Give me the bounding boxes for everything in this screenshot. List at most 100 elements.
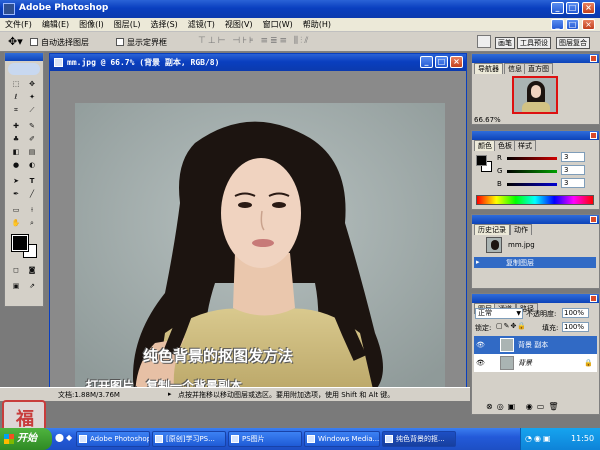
tab-swatches[interactable]: 色板 bbox=[494, 140, 516, 151]
tab-color[interactable]: 颜色 bbox=[474, 140, 496, 151]
history-snapshot-label[interactable]: mm.jpg bbox=[508, 241, 535, 249]
dodge-tool-icon[interactable]: ◐ bbox=[27, 160, 37, 170]
start-button[interactable]: 开始 bbox=[0, 428, 52, 450]
eye-icon[interactable]: 👁 bbox=[476, 336, 485, 354]
doc-restore-button[interactable]: □ bbox=[566, 19, 579, 30]
layer-row-background[interactable]: 👁 背景 🔒 bbox=[474, 354, 597, 372]
maximize-button[interactable]: □ bbox=[566, 2, 579, 14]
channel-b-value[interactable]: 3 bbox=[561, 178, 585, 188]
notes-tool-icon[interactable]: ▭ bbox=[11, 205, 21, 215]
palette-well-icon[interactable] bbox=[477, 35, 491, 48]
navigator-thumbnail[interactable] bbox=[512, 76, 558, 114]
slice-tool-icon[interactable]: ⟋ bbox=[27, 105, 37, 115]
document-title-bar[interactable]: mm.jpg @ 66.7% (背景 副本, RGB/8) _ □ × bbox=[50, 54, 466, 71]
color-fg-swatch[interactable] bbox=[476, 155, 487, 166]
status-arrow-icon[interactable]: ▸ bbox=[168, 390, 172, 398]
menu-edit[interactable]: 编辑(E) bbox=[37, 18, 74, 32]
menu-view[interactable]: 视图(V) bbox=[220, 18, 258, 32]
doc-close-button[interactable]: × bbox=[582, 19, 595, 30]
history-close-icon[interactable] bbox=[590, 216, 597, 223]
tray-icons[interactable]: ◔◉▣ bbox=[525, 434, 553, 443]
tab-tool-presets[interactable]: 工具预设 bbox=[517, 37, 551, 49]
shape-tool-icon[interactable]: ╱ bbox=[27, 189, 37, 199]
history-snapshot-thumb[interactable] bbox=[486, 237, 502, 253]
history-item-selected[interactable]: ▸ 复制图层 bbox=[474, 257, 596, 268]
brush-tool-icon[interactable]: ✎ bbox=[27, 121, 37, 131]
hand-tool-icon[interactable]: ✋ bbox=[11, 218, 21, 228]
tab-navigator[interactable]: 导航器 bbox=[474, 63, 503, 74]
auto-select-checkbox[interactable] bbox=[30, 38, 38, 46]
tab-styles[interactable]: 样式 bbox=[514, 140, 536, 151]
quick-launch[interactable]: ⬤◆ bbox=[55, 433, 74, 442]
close-button[interactable]: × bbox=[582, 2, 595, 14]
channel-b-slider[interactable] bbox=[507, 183, 557, 186]
magic-wand-icon[interactable]: ✦ bbox=[27, 92, 37, 102]
layers-close-icon[interactable] bbox=[590, 295, 597, 302]
document-maximize-button[interactable]: □ bbox=[435, 56, 448, 68]
gradient-tool-icon[interactable]: ▤ bbox=[27, 147, 37, 157]
menu-window[interactable]: 窗口(W) bbox=[258, 18, 298, 32]
move-tool-icon[interactable]: ✥▾ bbox=[8, 35, 23, 48]
channel-r-slider[interactable] bbox=[507, 157, 557, 160]
move-tool-icon[interactable]: ✥ bbox=[27, 79, 37, 89]
task-cutout-article[interactable]: 纯色背景的抠... bbox=[382, 431, 456, 447]
task-windows-media[interactable]: Windows Media... bbox=[304, 431, 380, 447]
channel-g-slider[interactable] bbox=[507, 170, 557, 173]
type-tool-icon[interactable]: T bbox=[27, 176, 37, 186]
eraser-tool-icon[interactable]: ◧ bbox=[11, 147, 21, 157]
zoom-tool-icon[interactable]: ⌕ bbox=[27, 218, 37, 228]
foreground-color-swatch[interactable] bbox=[11, 234, 29, 252]
screen-mode-icon[interactable]: ▣ bbox=[11, 281, 21, 291]
doc-minimize-button[interactable]: _ bbox=[551, 19, 564, 30]
marquee-tool-icon[interactable]: ⬚ bbox=[11, 79, 21, 89]
path-select-icon[interactable]: ➤ bbox=[11, 176, 21, 186]
menu-image[interactable]: 图像(I) bbox=[74, 18, 109, 32]
opacity-value[interactable]: 100% bbox=[562, 308, 589, 318]
layers-footer-icons[interactable]: ⊗◎▣ ◉▭🗑 bbox=[486, 402, 562, 411]
channel-g-value[interactable]: 3 bbox=[561, 165, 585, 175]
quick-mask-icon[interactable]: ◻ bbox=[11, 265, 21, 275]
stamp-tool-icon[interactable]: ♣ bbox=[11, 134, 21, 144]
tab-actions[interactable]: 动作 bbox=[510, 224, 532, 235]
eye-icon[interactable]: 👁 bbox=[476, 354, 485, 372]
minimize-button[interactable]: _ bbox=[551, 2, 564, 14]
eyedropper-icon[interactable]: ⟊ bbox=[27, 205, 37, 215]
tab-layer-comps[interactable]: 图层复合 bbox=[556, 37, 590, 49]
blend-mode-select[interactable]: 正常 ▼ bbox=[475, 308, 523, 319]
tab-history[interactable]: 历史记录 bbox=[474, 224, 510, 235]
document-minimize-button[interactable]: _ bbox=[420, 56, 433, 68]
adobe-feather-icon[interactable] bbox=[8, 63, 40, 75]
lasso-tool-icon[interactable]: ℓ bbox=[11, 92, 21, 102]
menu-layer[interactable]: 图层(L) bbox=[109, 18, 146, 32]
healing-brush-icon[interactable]: ✚ bbox=[11, 121, 21, 131]
history-brush-icon[interactable]: ✐ bbox=[27, 134, 37, 144]
quick-mask-on-icon[interactable]: ◙ bbox=[27, 265, 37, 275]
bounding-box-checkbox[interactable] bbox=[116, 38, 124, 46]
lock-icons[interactable]: ▢✎✥🔒 bbox=[496, 322, 527, 330]
menu-select[interactable]: 选择(S) bbox=[145, 18, 182, 32]
pen-tool-icon[interactable]: ✒ bbox=[11, 189, 21, 199]
navigator-zoom[interactable]: 66.67% bbox=[474, 116, 501, 124]
tab-brushes[interactable]: 画笔 bbox=[495, 37, 515, 49]
color-spectrum-bar[interactable] bbox=[476, 195, 594, 205]
fill-value[interactable]: 100% bbox=[562, 322, 589, 332]
crop-tool-icon[interactable]: ⌗ bbox=[11, 105, 21, 115]
task-ps-images[interactable]: PS图片 bbox=[228, 431, 302, 447]
layer-row-background-copy[interactable]: 👁 背景 副本 bbox=[474, 336, 597, 354]
navigator-close-icon[interactable] bbox=[590, 55, 597, 62]
document-close-button[interactable]: × bbox=[450, 56, 463, 68]
blur-tool-icon[interactable]: ● bbox=[11, 160, 21, 170]
menu-filter[interactable]: 滤镜(T) bbox=[183, 18, 220, 32]
tab-histogram[interactable]: 直方图 bbox=[524, 63, 553, 74]
photo-canvas[interactable]: 纯色背景的抠图发方法 一、打开图片，复制一个背景副本 bbox=[75, 103, 445, 398]
menu-file[interactable]: 文件(F) bbox=[0, 18, 37, 32]
color-close-icon[interactable] bbox=[590, 132, 597, 139]
imageready-icon[interactable]: ⇗ bbox=[27, 281, 37, 291]
align-icons[interactable]: ⊤⊥⊢ ⊣⊦⊧ ≡≣≡ ⫼⫶⫽ bbox=[198, 36, 310, 46]
task-ps-tutorial[interactable]: [原创]学习PS... bbox=[152, 431, 226, 447]
tab-info[interactable]: 信息 bbox=[504, 63, 526, 74]
task-photoshop[interactable]: Adobe Photoshop bbox=[76, 431, 150, 447]
channel-r-value[interactable]: 3 bbox=[561, 152, 585, 162]
app-title-bar[interactable]: Adobe Photoshop _ □ × bbox=[0, 0, 600, 18]
menu-help[interactable]: 帮助(H) bbox=[298, 18, 336, 32]
